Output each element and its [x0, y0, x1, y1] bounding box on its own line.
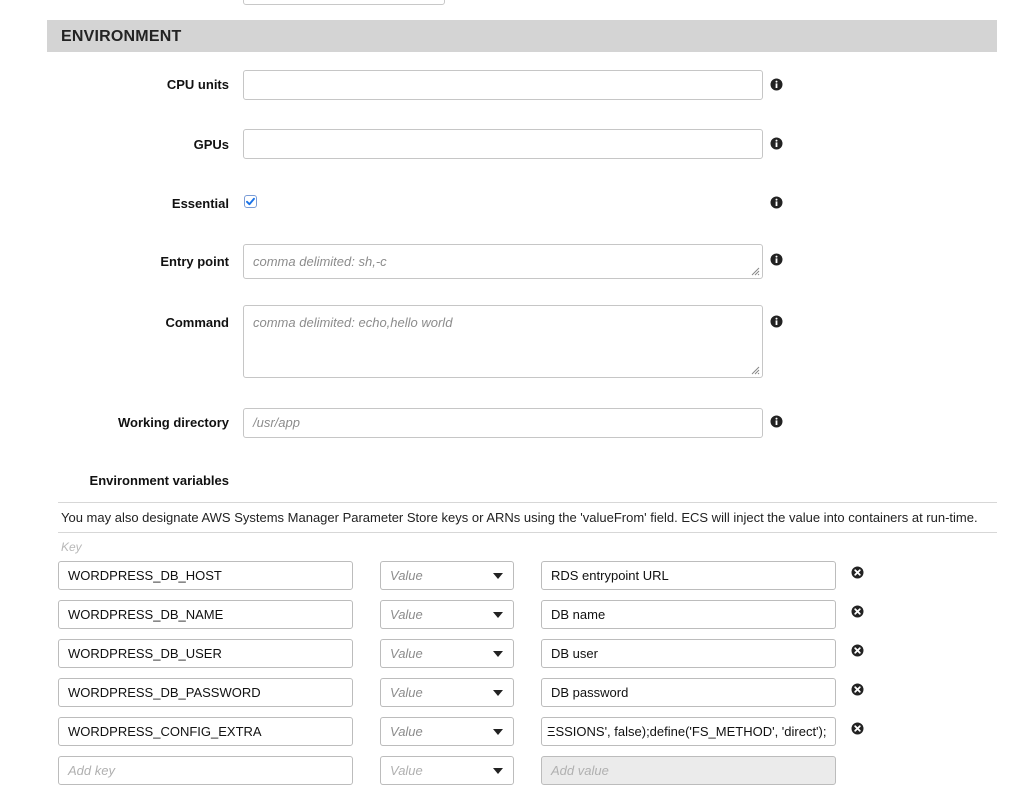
working-directory-label: Working directory [117, 415, 229, 430]
add-key-input[interactable]: Add key [58, 756, 353, 785]
info-icon[interactable] [770, 415, 783, 428]
env-var-key-input[interactable]: WORDPRESS_DB_NAME [58, 600, 353, 629]
caret-down-icon [493, 768, 503, 774]
env-var-type-value: Value [390, 724, 423, 739]
add-value-input[interactable]: Add value [541, 756, 836, 785]
env-var-row: WORDPRESS_DB_USER Value DB user [0, 639, 1024, 669]
essential-label: Essential [171, 196, 229, 211]
env-var-value-input[interactable]: ΞSSIONS', false);define('FS_METHOD', 'di… [541, 717, 836, 746]
resize-handle-icon[interactable] [749, 364, 760, 375]
env-var-row: WORDPRESS_DB_NAME Value DB name [0, 600, 1024, 630]
env-var-type-select[interactable]: Value [380, 600, 514, 629]
env-var-type-select[interactable]: Value [380, 561, 514, 590]
value-from-hint: You may also designate AWS Systems Manag… [61, 510, 978, 525]
previous-field-input[interactable] [243, 0, 445, 5]
env-var-value-input[interactable]: DB password [541, 678, 836, 707]
caret-down-icon [493, 612, 503, 618]
info-icon[interactable] [770, 78, 783, 91]
env-var-type-select[interactable]: Value [380, 717, 514, 746]
command-textarea[interactable]: comma delimited: echo,hello world [243, 305, 763, 378]
add-type-value: Value [390, 763, 423, 778]
environment-section-header: ENVIRONMENT [47, 20, 997, 52]
env-var-row: WORDPRESS_DB_HOST Value RDS entrypoint U… [0, 561, 1024, 591]
caret-down-icon [493, 690, 503, 696]
env-var-value-input[interactable]: DB user [541, 639, 836, 668]
add-type-select[interactable]: Value [380, 756, 514, 785]
gpus-label: GPUs [193, 137, 229, 152]
command-label: Command [165, 315, 229, 330]
entry-point-textarea[interactable]: comma delimited: sh,-c [243, 244, 763, 279]
section-title: ENVIRONMENT [61, 28, 182, 45]
env-var-type-select[interactable]: Value [380, 678, 514, 707]
env-var-row: WORDPRESS_DB_PASSWORD Value DB password [0, 678, 1024, 708]
caret-down-icon [493, 573, 503, 579]
info-icon[interactable] [770, 253, 783, 266]
key-column-header: Key [61, 540, 82, 554]
checkmark-icon [246, 197, 255, 206]
remove-circle-icon[interactable] [851, 722, 864, 735]
env-var-key-input[interactable]: WORDPRESS_DB_HOST [58, 561, 353, 590]
caret-down-icon [493, 729, 503, 735]
divider [58, 532, 997, 533]
env-var-add-row: Add key Value Add value [0, 756, 1024, 786]
env-var-type-value: Value [390, 568, 423, 583]
remove-circle-icon[interactable] [851, 566, 864, 579]
resize-handle-icon[interactable] [749, 265, 760, 276]
info-icon[interactable] [770, 196, 783, 209]
remove-circle-icon[interactable] [851, 644, 864, 657]
environment-variables-label: Environment variables [89, 473, 229, 488]
env-var-type-value: Value [390, 646, 423, 661]
info-icon[interactable] [770, 137, 783, 150]
command-placeholder: comma delimited: echo,hello world [253, 315, 453, 330]
working-directory-placeholder: /usr/app [253, 415, 300, 430]
env-var-type-value: Value [390, 685, 423, 700]
env-var-row: WORDPRESS_CONFIG_EXTRA Value ΞSSIONS', f… [0, 717, 1024, 747]
remove-circle-icon[interactable] [851, 683, 864, 696]
remove-circle-icon[interactable] [851, 605, 864, 618]
cpu-units-input[interactable] [243, 70, 763, 100]
entry-point-placeholder: comma delimited: sh,-c [253, 254, 387, 269]
gpus-input[interactable] [243, 129, 763, 159]
env-var-type-value: Value [390, 607, 423, 622]
essential-checkbox[interactable] [244, 195, 257, 208]
divider [58, 502, 997, 503]
cpu-units-label: CPU units [166, 77, 229, 92]
info-icon[interactable] [770, 315, 783, 328]
env-var-key-input[interactable]: WORDPRESS_DB_PASSWORD [58, 678, 353, 707]
env-var-type-select[interactable]: Value [380, 639, 514, 668]
caret-down-icon [493, 651, 503, 657]
working-directory-input[interactable]: /usr/app [243, 408, 763, 438]
env-var-value-input[interactable]: DB name [541, 600, 836, 629]
env-var-key-input[interactable]: WORDPRESS_DB_USER [58, 639, 353, 668]
env-var-value-input[interactable]: RDS entrypoint URL [541, 561, 836, 590]
env-var-key-input[interactable]: WORDPRESS_CONFIG_EXTRA [58, 717, 353, 746]
entry-point-label: Entry point [160, 254, 229, 269]
